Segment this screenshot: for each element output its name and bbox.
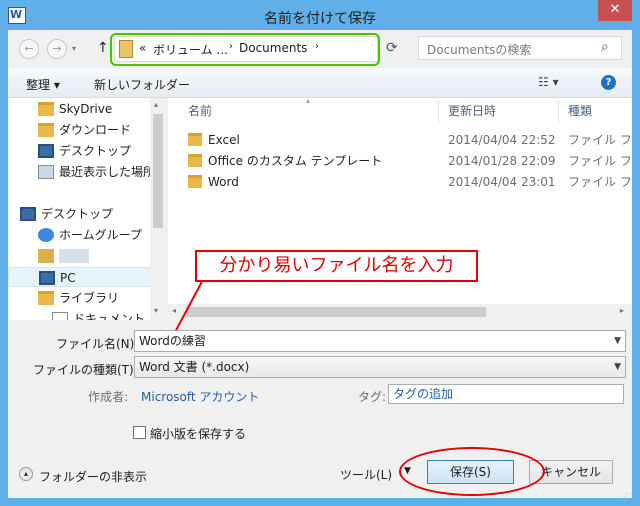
thumbnail-checkbox[interactable] — [133, 426, 146, 439]
author-label: 作成者: — [88, 390, 129, 404]
save-highlight-ellipse — [399, 447, 545, 496]
collapse-icon[interactable]: ▴ — [19, 467, 33, 481]
folder-icon — [38, 102, 54, 116]
scrollbar-thumb[interactable] — [153, 114, 163, 228]
sort-ascending-icon: ▴ — [306, 96, 311, 105]
sidebar-scrollbar[interactable]: ▴ ▾ — [150, 98, 166, 320]
scroll-left-icon[interactable]: ◂ — [172, 306, 176, 315]
tag-label: タグ: — [358, 390, 387, 404]
recent-icon — [38, 165, 54, 179]
help-icon[interactable]: ? — [601, 75, 616, 90]
toolbar: 整理 ▾ 新しいフォルダー ☷ ▾ ? — [8, 68, 632, 98]
column-header-date[interactable]: 更新日時 — [448, 102, 496, 119]
close-button[interactable]: ✕ — [598, 0, 632, 21]
file-row[interactable]: Excel2014/04/04 22:52ファイル フォル — [168, 130, 632, 150]
tools-menu[interactable]: ツール(L) — [340, 466, 392, 483]
window-title: 名前を付けて保存 — [264, 11, 376, 27]
pc-icon — [39, 271, 55, 285]
filetype-value: Word 文書 (*.docx) — [139, 360, 250, 374]
file-row[interactable]: Word2014/04/04 23:01ファイル フォル — [168, 172, 632, 192]
scroll-up-icon[interactable]: ▴ — [154, 100, 158, 109]
folder-icon — [188, 133, 202, 146]
scrollbar-thumb[interactable] — [186, 307, 486, 317]
filetype-select[interactable]: Word 文書 (*.docx) ▼ — [134, 356, 626, 378]
folder-icon — [188, 175, 202, 188]
search-input[interactable]: Documentsの検索 ⌕ — [418, 36, 622, 60]
forward-button[interactable]: → — [47, 39, 67, 59]
chevron-down-icon[interactable]: ▼ — [614, 331, 621, 351]
folder-icon — [188, 154, 202, 167]
search-placeholder: Documentsの検索 — [427, 43, 532, 57]
annotation-callout: 分かり易いファイル名を入力 — [195, 250, 478, 282]
library-icon — [38, 291, 54, 305]
search-icon: ⌕ — [601, 39, 609, 55]
address-highlight — [110, 33, 380, 66]
chevron-down-icon[interactable]: ▼ — [614, 357, 621, 377]
download-icon — [38, 123, 54, 137]
file-list-scrollbar[interactable]: ◂ ▸ — [168, 304, 632, 320]
column-divider[interactable] — [438, 100, 439, 122]
save-as-dialog: 名前を付けて保存 ✕ ← → ▾ ↑ « ボリューム ... › Documen… — [0, 0, 640, 506]
desktop-icon — [20, 207, 36, 221]
scroll-down-icon[interactable]: ▾ — [154, 306, 158, 315]
navigation-pane: SkyDrive ダウンロード デスクトップ 最近表示した場所 デスクトップ ホ… — [8, 98, 166, 320]
scroll-right-icon[interactable]: ▸ — [620, 306, 624, 315]
filename-value: Wordの練習 — [139, 334, 206, 348]
view-options-button[interactable]: ☷ ▾ — [538, 75, 559, 89]
up-button[interactable]: ↑ — [97, 40, 109, 56]
homegroup-icon — [38, 228, 54, 242]
desktop-icon — [38, 144, 54, 158]
thumbnail-label[interactable]: 縮小版を保存する — [150, 425, 246, 442]
author-value[interactable]: Microsoft アカウント — [141, 388, 259, 405]
filename-input[interactable]: Wordの練習 ▼ — [134, 330, 626, 352]
user-icon — [38, 249, 54, 263]
column-header-type[interactable]: 種類 — [568, 102, 592, 119]
filename-label: ファイル名(N): — [56, 337, 139, 351]
hide-folders-button[interactable]: フォルダーの非表示 — [39, 468, 147, 485]
document-icon — [52, 312, 68, 320]
organize-button[interactable]: 整理 ▾ — [26, 76, 60, 93]
new-folder-button[interactable]: 新しいフォルダー — [94, 76, 190, 93]
file-row[interactable]: Office のカスタム テンプレート 2014/01/28 22:09 ファイル … — [168, 151, 632, 171]
sidebar-item-pc[interactable]: PC — [8, 267, 158, 287]
tag-input[interactable]: タグの追加 — [388, 384, 624, 404]
column-divider[interactable] — [558, 100, 559, 122]
title-bar: 名前を付けて保存 ✕ — [0, 0, 640, 32]
filetype-label: ファイルの種類(T): — [33, 363, 138, 377]
column-header-name[interactable]: 名前 — [188, 102, 212, 119]
history-dropdown-icon[interactable]: ▾ — [72, 44, 76, 53]
resize-grip-icon[interactable]: ⋰ — [620, 492, 630, 502]
back-button[interactable]: ← — [19, 39, 39, 59]
refresh-button[interactable]: ⟳ — [386, 40, 398, 56]
